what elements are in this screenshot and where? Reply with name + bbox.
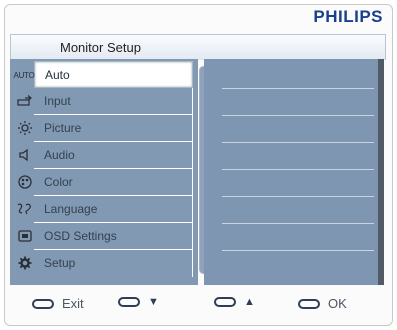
ok-label: OK	[328, 296, 347, 311]
menu-item-osd-settings[interactable]: OSD Settings	[18, 223, 193, 250]
exit-key-icon	[32, 298, 54, 309]
menu-item-label: Auto	[45, 68, 70, 82]
language-icon	[16, 200, 34, 218]
audio-icon	[16, 146, 34, 164]
menu-item-label: Input	[44, 94, 71, 108]
submenu-panel	[204, 59, 384, 285]
menu-item-input[interactable]: Input	[17, 88, 193, 115]
submenu-divider	[222, 169, 374, 170]
submenu-divider	[222, 115, 374, 116]
submenu-divider	[222, 88, 374, 89]
menu-item-label: OSD Settings	[44, 229, 117, 243]
button-guide-bar: Exit ▼ ▲ OK	[10, 285, 384, 321]
up-key-icon	[214, 297, 236, 307]
menu-item-audio[interactable]: Audio	[19, 142, 193, 169]
submenu-divider	[222, 223, 374, 224]
submenu-divider	[222, 142, 374, 143]
setup-icon	[16, 254, 34, 272]
exit-button[interactable]: Exit	[32, 296, 84, 311]
picture-icon	[16, 119, 34, 137]
ok-key-icon	[298, 298, 320, 309]
osd-settings-icon	[16, 227, 34, 245]
menu-item-label: Setup	[44, 256, 76, 270]
menu-item-label: Language	[44, 202, 98, 216]
menu-item-setup[interactable]: Setup	[18, 250, 193, 277]
menu-item-language[interactable]: Language	[17, 196, 193, 223]
down-button[interactable]: ▼	[118, 296, 159, 308]
menu-item-color[interactable]: Color	[18, 169, 193, 196]
auto-icon: AUTO	[13, 70, 35, 80]
color-icon	[16, 173, 34, 191]
menu-item-label: Picture	[44, 121, 82, 135]
exit-label: Exit	[62, 296, 84, 311]
down-arrow-icon: ▼	[148, 296, 159, 308]
down-key-icon	[118, 297, 140, 307]
page-title: Monitor Setup	[60, 40, 141, 55]
menu-item-label: Color	[44, 175, 73, 189]
input-icon	[16, 92, 34, 110]
submenu-divider	[222, 196, 374, 197]
ok-button[interactable]: OK	[298, 296, 347, 311]
submenu-divider	[222, 250, 374, 251]
brand-logo: PHILIPS	[313, 7, 383, 26]
up-arrow-icon: ▲	[244, 296, 255, 308]
menu-item-label: Audio	[44, 148, 75, 162]
menu-item-auto[interactable]: AUTO Auto	[14, 61, 193, 88]
menu-item-picture[interactable]: Picture	[18, 115, 193, 142]
submenu-edge	[378, 59, 384, 285]
up-button[interactable]: ▲	[214, 296, 255, 308]
